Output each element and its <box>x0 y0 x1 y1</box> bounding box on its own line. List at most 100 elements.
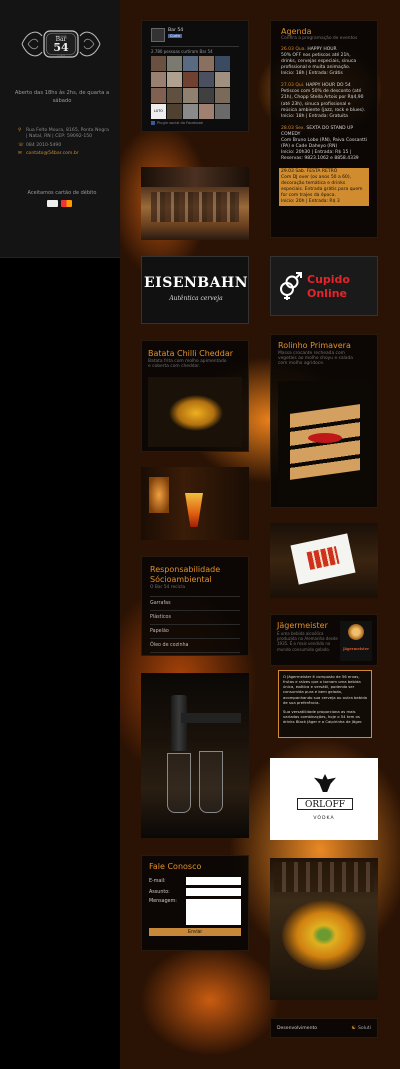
recycle-item: Plásticos <box>150 611 240 626</box>
fan-avatar[interactable] <box>183 88 198 103</box>
event-desc: Com DJ over (os anos 50 a 60), decoração… <box>281 175 363 199</box>
developer-link[interactable]: ☯ Soluti <box>352 1025 371 1031</box>
eagle-crest-icon <box>314 774 336 792</box>
event-date: 27.03 Qui. <box>281 83 305 89</box>
visa-electron-icon <box>47 200 58 207</box>
cupido-online-ad[interactable]: Cupido Online <box>270 256 378 316</box>
rolinho-panel: Rolinho Primavera Massa crocante rechead… <box>270 334 378 508</box>
fb-page-thumbnail[interactable] <box>151 28 165 42</box>
logo-number-text: 54 <box>53 41 69 54</box>
agenda-event[interactable]: 27.03 Qui. HAPPY HOUR DO 54 Petiscos com … <box>281 83 367 119</box>
fan-avatar[interactable] <box>151 88 166 103</box>
recycle-item: Papelão <box>150 625 240 640</box>
jager-body-2: Sua versatilidade proporciona as mais va… <box>283 708 363 724</box>
responsabilidade-subtitle: O Bar 54 recicla <box>150 585 186 591</box>
event-desc: Com Bruno Lobo (RN), Paiva Cossantti (PA… <box>281 137 367 149</box>
fan-avatar[interactable] <box>183 72 198 87</box>
fan-avatar[interactable] <box>151 72 166 87</box>
message-label: Mensagem: <box>149 899 177 904</box>
jager-description-box: O Jägermeister é composto de 56 ervas, f… <box>278 670 372 738</box>
cupido-line1: Cupido <box>307 273 350 286</box>
agenda-title: Agenda <box>281 27 312 36</box>
event-desc: 50% OFF nos petiscos até 21h, drinks, ce… <box>281 53 357 71</box>
fan-avatar[interactable] <box>167 72 182 87</box>
phone-icon: ☏ <box>18 142 24 148</box>
location-pin-icon: ⚲ <box>18 128 22 133</box>
submit-button[interactable]: Enviar <box>149 928 241 936</box>
jager-intro: É uma bebida alcoólica produzida na Alem… <box>277 631 338 652</box>
footer-dev-label: Desenvolvimento <box>277 1025 318 1031</box>
mail-icon: ✉ <box>18 151 22 157</box>
message-field[interactable] <box>185 899 241 925</box>
cards-label: Aceitamos cartão de débito <box>27 190 97 196</box>
rolinho-desc: Massa crocante recheada com vegetais ao … <box>278 351 353 366</box>
bar54-logo[interactable]: cerveja Bar 54 natal <box>18 24 104 64</box>
eisenbahn-logo-text: EISENBAHN <box>143 275 249 291</box>
event-date: 29.03 Sab. <box>281 169 306 175</box>
event-name: HAPPY HOUR <box>307 47 337 52</box>
rolinho-photo <box>278 381 372 505</box>
event-name: FESTA RETRÔ <box>306 169 338 175</box>
batata-title: Batata Chilli Cheddar <box>148 349 234 358</box>
orloff-ad[interactable]: ORLOFF VÓDKA <box>270 758 378 840</box>
recycle-item: Óleo de cozinha <box>150 639 240 654</box>
fan-avatar[interactable] <box>199 88 214 103</box>
footer: Desenvolvimento ☯ Soluti <box>270 1018 378 1038</box>
email-field[interactable] <box>185 877 241 885</box>
fan-avatar[interactable] <box>167 88 182 103</box>
eisenbahn-ad[interactable]: EISENBAHN Autêntica cerveja <box>141 256 249 324</box>
eisenbahn-tagline: Autêntica cerveja <box>169 295 223 302</box>
fan-avatar[interactable] <box>183 56 198 71</box>
agenda-event[interactable]: 29.03 Sab. FESTA RETRÔ Com DJ over (os an… <box>279 168 369 207</box>
fan-avatar[interactable] <box>215 72 230 87</box>
fan-avatar[interactable] <box>215 88 230 103</box>
fan-avatar[interactable] <box>215 104 230 119</box>
jager-logo-text: Jägermeister <box>342 647 370 651</box>
fan-avatar[interactable] <box>199 104 214 119</box>
fan-avatar[interactable] <box>167 104 182 119</box>
fan-avatar[interactable] <box>151 56 166 71</box>
jager-logo[interactable]: Jägermeister <box>340 621 372 661</box>
event-date: 28.03 Sex. <box>281 125 305 131</box>
fan-avatar[interactable] <box>215 56 230 71</box>
event-info: Início: 18h | Entrada: Grátis <box>281 71 343 77</box>
contact-form-panel: Fale Conosco E-mail: Assunto: Mensagem: … <box>141 855 249 951</box>
email-link[interactable]: contato@54bar.com.br <box>26 151 79 157</box>
fb-luto-badge[interactable]: LUTO <box>151 104 166 119</box>
fan-avatar[interactable] <box>199 56 214 71</box>
fb-like-button[interactable]: Curtir <box>168 34 183 38</box>
event-date: 26.03 Qua. <box>281 47 306 52</box>
fan-avatar[interactable] <box>167 56 182 71</box>
sidebar: cerveja Bar 54 natal Aberto das 18hs às … <box>0 0 120 258</box>
fb-fan-faces: LUTO <box>151 56 239 119</box>
fan-avatar[interactable] <box>183 104 198 119</box>
fb-page-name[interactable]: Bar 54 <box>168 28 183 33</box>
agenda-list: 26.03 Qua. HAPPY HOUR 50% OFF nos petisco… <box>279 47 369 207</box>
contact-info: ⚲ Rua Felto Moura, 8165, Ponta Negra | Na… <box>18 128 110 160</box>
recycle-list: Garrafas Plásticos Papelão Óleo de cozinha <box>150 596 240 654</box>
facebook-icon <box>151 121 155 125</box>
maestro-icon <box>61 200 72 207</box>
footer-dev-name: Soluti <box>358 1025 371 1031</box>
agenda-event[interactable]: 26.03 Qua. HAPPY HOUR 50% OFF nos petisco… <box>281 47 367 77</box>
fan-avatar[interactable] <box>199 72 214 87</box>
event-desc: Petiscos com 50% de desconto (até 21h), … <box>281 89 366 113</box>
agenda-panel: Agenda Confira a programação de eventos … <box>270 20 378 238</box>
batata-panel: Batata Chilli Cheddar Batata frita com m… <box>141 340 249 452</box>
responsabilidade-title: Responsabilidade Sócioambiental <box>150 565 221 584</box>
recycle-item: Garrafas <box>150 597 240 612</box>
jager-body-1: O Jägermeister é composto de 56 ervas, f… <box>283 674 367 705</box>
logo-bottom-text: natal <box>57 54 65 58</box>
phone-text: 084 2010-5490 <box>26 142 62 148</box>
rolinho-title: Rolinho Primavera <box>278 341 351 350</box>
fb-plugin-label[interactable]: Plugin social do Facebook <box>157 121 203 125</box>
agenda-event[interactable]: 28.03 Sex. SEXTA DO STAND UP COMEDY Com B… <box>281 126 367 162</box>
orloff-subtext: VÓDKA <box>313 816 335 821</box>
nachos-photo <box>270 858 378 1000</box>
contact-form-title: Fale Conosco <box>149 862 202 871</box>
subject-field[interactable] <box>185 888 241 896</box>
batata-desc: Batata frita com molho apimentado e cobe… <box>148 359 227 369</box>
opening-hours: Aberto das 18hs às 2hs, de quarta a sába… <box>14 90 110 104</box>
card-logos <box>47 200 72 207</box>
bar-crowd-photo <box>141 167 249 240</box>
